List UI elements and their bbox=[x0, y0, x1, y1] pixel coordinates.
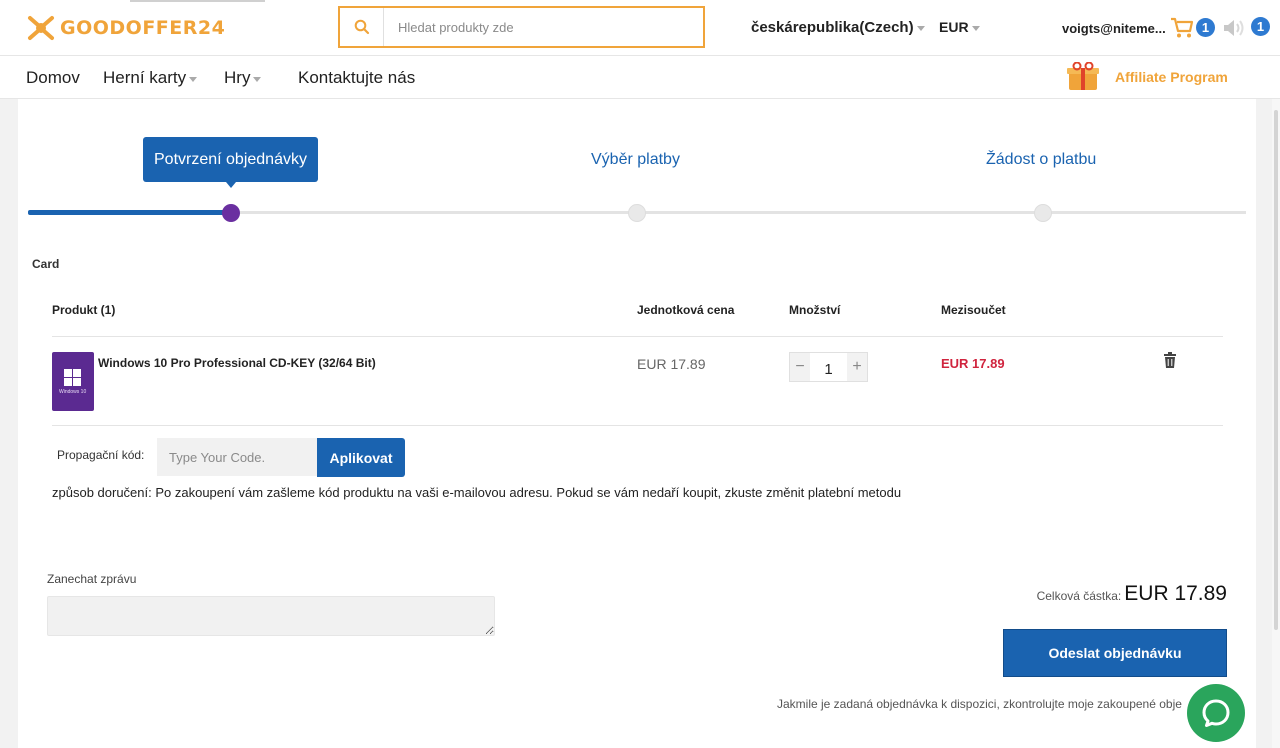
logo-icon bbox=[28, 16, 54, 40]
step-order-confirmation[interactable]: Potvrzení objednávky bbox=[143, 137, 318, 182]
nav-item-game-cards[interactable]: Herní karty bbox=[103, 68, 198, 88]
delivery-note: způsob doručení: Po zakoupení vám zašlem… bbox=[52, 485, 902, 500]
speaker-icon bbox=[1224, 20, 1244, 36]
search-input[interactable] bbox=[398, 17, 688, 37]
search-box[interactable] bbox=[338, 6, 705, 48]
step-payment-request[interactable]: Žádost o platbu bbox=[986, 151, 1096, 169]
product-image[interactable]: Windows 10 bbox=[52, 352, 94, 411]
site-header: GOODOFFER24 českárepublika(Czech) EUR vo… bbox=[0, 0, 1280, 56]
cart-icon bbox=[1171, 17, 1194, 38]
purchase-note: Jakmile je zadaná objednávka k dispozici… bbox=[777, 697, 1182, 711]
scrollbar-thumb[interactable] bbox=[1274, 110, 1278, 630]
apply-promo-button[interactable]: Aplikovat bbox=[317, 438, 405, 477]
nav-item-label: Hry bbox=[224, 68, 251, 87]
affiliate-label[interactable]: Affiliate Program bbox=[1115, 69, 1228, 85]
notifications-button[interactable] bbox=[1222, 17, 1246, 44]
search-icon[interactable] bbox=[354, 19, 370, 35]
total-value: EUR 17.89 bbox=[1124, 582, 1227, 605]
divider bbox=[52, 425, 1223, 426]
nav-item-games[interactable]: Hry bbox=[224, 68, 262, 88]
item-subtotal: EUR 17.89 bbox=[941, 356, 1005, 371]
progress-dot-active bbox=[222, 204, 240, 222]
product-name[interactable]: Windows 10 Pro Professional CD-KEY (32/6… bbox=[98, 356, 376, 370]
column-header-unit-price: Jednotková cena bbox=[637, 303, 735, 317]
country-label: českárepublika(Czech) bbox=[751, 19, 914, 36]
chevron-down-icon bbox=[189, 76, 198, 82]
top-strip bbox=[130, 0, 265, 2]
main-nav: Domov Herní karty Hry Kontaktujte nás Af… bbox=[0, 56, 1280, 99]
affiliate-link[interactable] bbox=[1066, 61, 1100, 97]
step-payment-selection[interactable]: Výběr platby bbox=[591, 151, 680, 169]
cart-count-badge: 1 bbox=[1196, 18, 1215, 37]
promo-code-input[interactable] bbox=[157, 438, 318, 476]
nav-item-home[interactable]: Domov bbox=[26, 68, 80, 88]
chat-bubble-icon bbox=[1202, 699, 1230, 727]
gift-box-icon bbox=[1067, 61, 1099, 90]
submit-order-button[interactable]: Odeslat objednávku bbox=[1003, 629, 1227, 677]
step-active-pointer bbox=[226, 182, 236, 188]
nav-item-label: Kontaktujte nás bbox=[298, 68, 416, 87]
nav-item-label: Herní karty bbox=[103, 68, 187, 87]
unit-price: EUR 17.89 bbox=[637, 356, 706, 372]
chevron-down-icon bbox=[916, 26, 925, 31]
quantity-stepper: − 1 + bbox=[789, 352, 868, 382]
cart-title: Card bbox=[32, 257, 60, 271]
country-select[interactable]: českárepublika(Czech) bbox=[751, 19, 925, 36]
column-header-subtotal: Mezisoučet bbox=[941, 303, 1006, 317]
quantity-increase-button[interactable]: + bbox=[847, 353, 867, 381]
divider bbox=[52, 336, 1223, 337]
nav-item-label: Domov bbox=[26, 68, 80, 87]
column-header-product: Produkt (1) bbox=[52, 303, 116, 317]
notification-count-badge: 1 bbox=[1251, 17, 1270, 36]
total-label: Celková částka: bbox=[1036, 589, 1122, 603]
chevron-down-icon bbox=[253, 76, 262, 82]
chevron-down-icon bbox=[971, 25, 980, 31]
remove-item-button[interactable] bbox=[1163, 352, 1177, 373]
message-label: Zanechat zprávu bbox=[47, 572, 137, 586]
progress-fill bbox=[28, 210, 232, 215]
message-textarea[interactable] bbox=[47, 596, 495, 636]
windows-logo-icon bbox=[64, 369, 81, 386]
currency-label: EUR bbox=[939, 19, 969, 35]
trash-icon bbox=[1164, 352, 1176, 368]
cart-button[interactable] bbox=[1170, 17, 1194, 44]
chat-button[interactable] bbox=[1187, 684, 1245, 742]
column-header-quantity: Množství bbox=[789, 303, 841, 317]
progress-dot bbox=[1034, 204, 1052, 222]
promo-code-label: Propagační kód: bbox=[57, 448, 145, 462]
progress-dot bbox=[628, 204, 646, 222]
site-logo[interactable]: GOODOFFER24 bbox=[26, 12, 225, 44]
logo-text: GOODOFFER24 bbox=[60, 17, 226, 39]
quantity-decrease-button[interactable]: − bbox=[790, 353, 810, 381]
user-account-link[interactable]: voigts@niteme... bbox=[1062, 21, 1166, 36]
product-image-caption: Windows 10 bbox=[59, 389, 87, 395]
quantity-value[interactable]: 1 bbox=[810, 353, 847, 381]
nav-item-contact[interactable]: Kontaktujte nás bbox=[298, 68, 415, 88]
currency-select[interactable]: EUR bbox=[939, 19, 980, 35]
search-separator bbox=[383, 8, 384, 46]
checkout-panel: Potvrzení objednávky Výběr platby Žádost… bbox=[18, 99, 1256, 748]
order-total: Celková částka: EUR 17.89 bbox=[1037, 582, 1227, 606]
